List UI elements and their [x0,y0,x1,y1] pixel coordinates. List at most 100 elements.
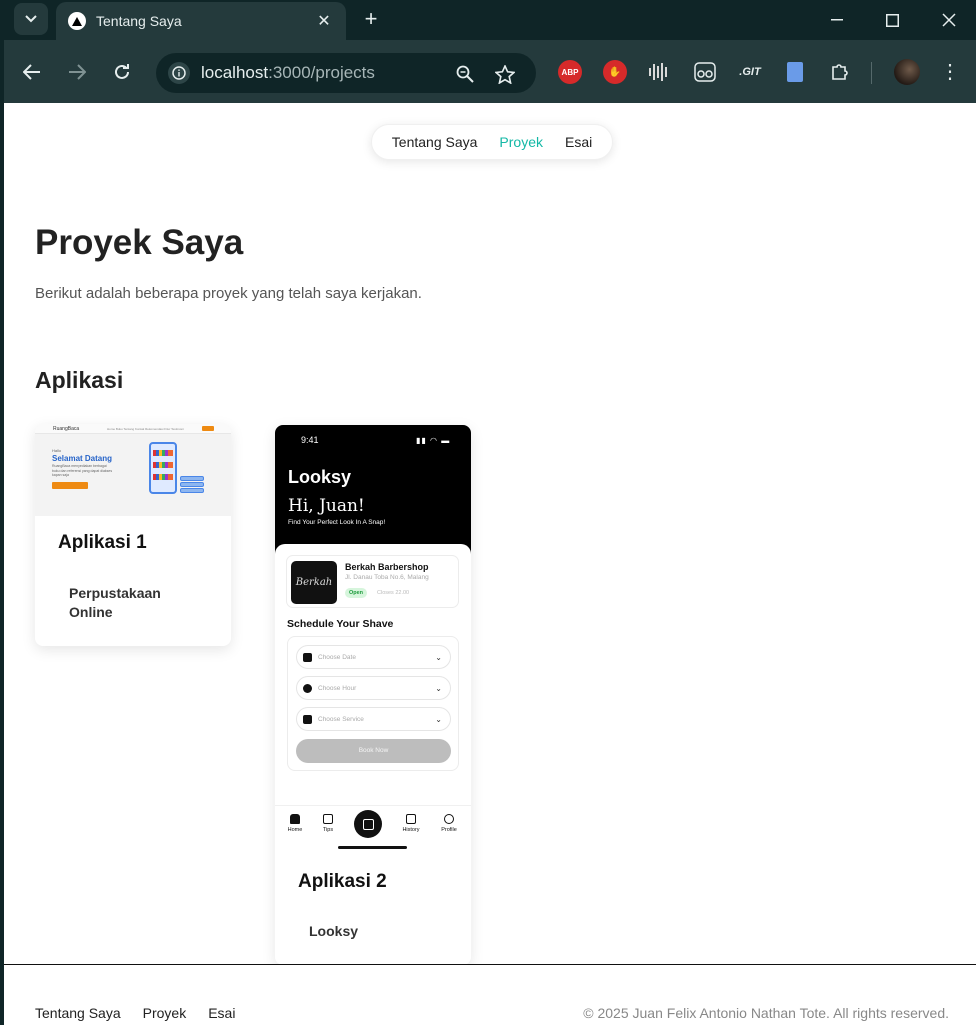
thumb-tagline: Find Your Perfect Look In A Snap! [288,519,386,526]
minimize-button[interactable] [814,6,860,34]
audio-bars-extension-icon[interactable] [647,60,671,84]
site-info-icon[interactable] [168,62,190,84]
calendar-icon [303,652,312,662]
thumb-description: RuangBaca menyediakan berbagai buku dan … [52,464,113,477]
hand-stop-extension-icon[interactable]: ✋ [603,60,627,84]
thumb-cta-button [52,482,88,489]
window-edge [0,0,4,1025]
thumb-status-time: 9:41 [301,435,319,445]
new-tab-button[interactable]: + [358,6,384,32]
chevron-down-icon: ⌄ [435,683,442,693]
url-text: localhost:3000/projects [201,63,375,83]
thumb-schedule-form: Choose Date ⌄ Choose Hour ⌄ Choose Servi… [287,636,459,771]
clock-icon [303,683,312,693]
thumb-tab-profile: Profile [436,814,462,833]
thumb-book-now-button: Book Now [296,739,451,763]
project-title: Aplikasi 1 [58,532,147,553]
thumb-tab-label: Profile [441,827,457,833]
footer-link-esai[interactable]: Esai [208,1005,235,1021]
thumb-login-button [202,426,214,431]
thumb-open-badge: Open [345,588,367,598]
chevron-down-icon [25,15,37,23]
thumb-bookshelf [153,462,173,468]
thumb-tab-label: Home [287,827,303,833]
tab-close-icon[interactable]: ✕ [314,11,334,31]
page-subtitle: Berikut adalah beberapa proyek yang tela… [35,285,422,302]
maximize-button[interactable] [869,6,915,34]
browser-tab[interactable]: Tentang Saya ✕ [56,2,346,40]
chevron-down-icon: ⌄ [435,652,442,662]
zoom-icon[interactable] [454,63,476,85]
project-title: Aplikasi 2 [298,871,387,892]
adblock-extension-icon[interactable]: ABP [558,60,582,84]
url-path: :3000/projects [268,63,375,82]
nav-esai[interactable]: Esai [565,134,592,150]
footer-links: Tentang Saya Proyek Esai [35,1005,235,1021]
thumb-hour-select: Choose Hour ⌄ [296,676,451,700]
thumb-bookshelf [153,474,173,480]
thumb-status-icons: ▮▮ ◠ ▬ [416,436,451,445]
home-icon [290,814,300,824]
thumb-date-select: Choose Date ⌄ [296,645,451,669]
nav-proyek[interactable]: Proyek [499,134,543,150]
thumb-tab-label: History [402,827,420,833]
thumb-date-label: Choose Date [318,653,356,661]
forward-button[interactable] [62,57,92,87]
footer-link-proyek[interactable]: Proyek [143,1005,187,1021]
project-description: Perpustakaan Online [69,585,161,620]
document-extension-icon[interactable] [787,62,803,82]
toolbar-divider [871,62,872,84]
browser-toolbar: localhost:3000/projects ABP ✋ .GIT ⋮ [0,40,976,103]
bookmark-star-icon[interactable] [494,63,516,85]
thumb-sheet: Berkah Berkah Barbershop Jl. Danau Toba … [275,544,471,855]
site-nav: Tentang Saya Proyek Esai [371,124,613,160]
address-bar[interactable]: localhost:3000/projects [156,53,536,93]
tab-title: Tentang Saya [96,13,182,29]
browser-menu-icon[interactable]: ⋮ [940,60,960,84]
profile-avatar[interactable] [894,59,920,85]
reload-icon [115,64,129,79]
thumb-tab-history: History [398,814,424,833]
thumb-closing-time: Closes 22.00 [377,590,410,596]
glasses-extension-icon[interactable] [693,60,717,84]
footer-link-tentang-saya[interactable]: Tentang Saya [35,1005,121,1021]
thumb-home-indicator [338,846,407,849]
thumb-looksy-logo: Looksy [288,467,352,487]
site-footer: Tentang Saya Proyek Esai © 2025 Juan Fel… [4,964,976,1025]
thumb-menu: Home Buku Tentang Kontak Rekomendasi Fit… [107,427,184,431]
site-favicon-icon [68,12,86,30]
project-description: Looksy [309,923,359,939]
project-thumbnail-library: RuangBaca Home Buku Tentang Kontak Rekom… [35,424,231,516]
thumb-shop-address: Jl. Danau Toba No.6, Malang [345,574,429,581]
back-button[interactable] [17,57,47,87]
thumb-hour-label: Choose Hour [318,684,357,692]
thumb-tab-home: Home [282,814,308,833]
thumb-greeting: Hi, Juan! [288,496,365,516]
web-page: Tentang Saya Proyek Esai Proyek Saya Ber… [4,103,976,1025]
thumb-service-label: Choose Service [318,715,364,723]
close-window-button[interactable] [926,6,972,34]
thumb-schedule-heading: Schedule Your Shave [287,618,394,630]
project-thumbnail-looksy: 9:41 ▮▮ ◠ ▬ Looksy Hi, Juan! Find Your P… [275,425,471,855]
history-icon [406,814,416,824]
thumb-tab-tips: Tips [315,814,341,833]
puzzle-extensions-icon[interactable] [828,60,852,84]
scan-face-icon [362,818,374,830]
arrow-left-icon [23,64,40,80]
chevron-down-icon: ⌄ [435,714,442,724]
browser-tab-strip: Tentang Saya ✕ + [0,0,976,40]
git-extension-icon[interactable]: .GIT [738,60,762,84]
thumb-tab-label: Tips [322,827,334,833]
thumb-scan-button [354,810,382,838]
project-card-1[interactable]: RuangBaca Home Buku Tentang Kontak Rekom… [35,424,231,646]
reload-button[interactable] [107,57,137,87]
nav-tentang-saya[interactable]: Tentang Saya [392,134,478,150]
tab-search-button[interactable] [14,3,48,35]
thumb-tab-bar: Home Tips History Profile [275,805,471,855]
thumb-brand: RuangBaca [53,426,80,432]
project-card-2[interactable]: 9:41 ▮▮ ◠ ▬ Looksy Hi, Juan! Find Your P… [275,425,471,965]
thumb-service-select: Choose Service ⌄ [296,707,451,731]
user-icon [444,814,454,824]
page-title: Proyek Saya [35,223,244,262]
url-host: localhost [201,63,269,82]
